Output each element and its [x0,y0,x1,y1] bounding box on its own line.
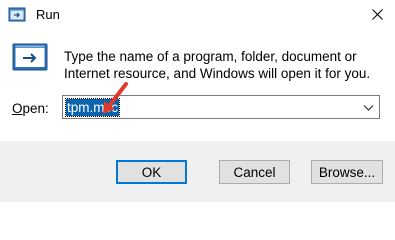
title-bar: Run [0,0,395,30]
run-dialog-icon [12,43,48,71]
ok-button[interactable]: OK [116,160,187,184]
dialog-body: Type the name of a program, folder, docu… [0,30,395,141]
open-label-mnemonic: O [12,101,23,116]
open-input[interactable]: tpm.msc [64,98,121,117]
window-title: Run [36,7,60,22]
browse-button[interactable]: Browse... [311,160,383,184]
close-icon [371,8,383,20]
open-combobox[interactable]: tpm.msc [62,95,380,119]
open-label-rest: pen: [22,101,49,116]
cancel-button[interactable]: Cancel [219,160,290,184]
close-button[interactable] [365,3,389,25]
dialog-description: Type the name of a program, folder, docu… [64,49,371,81]
open-label: Open: [12,101,49,116]
run-app-icon [8,7,26,22]
chevron-down-icon[interactable] [363,102,374,113]
dialog-footer: OK Cancel Browse... [0,141,395,202]
